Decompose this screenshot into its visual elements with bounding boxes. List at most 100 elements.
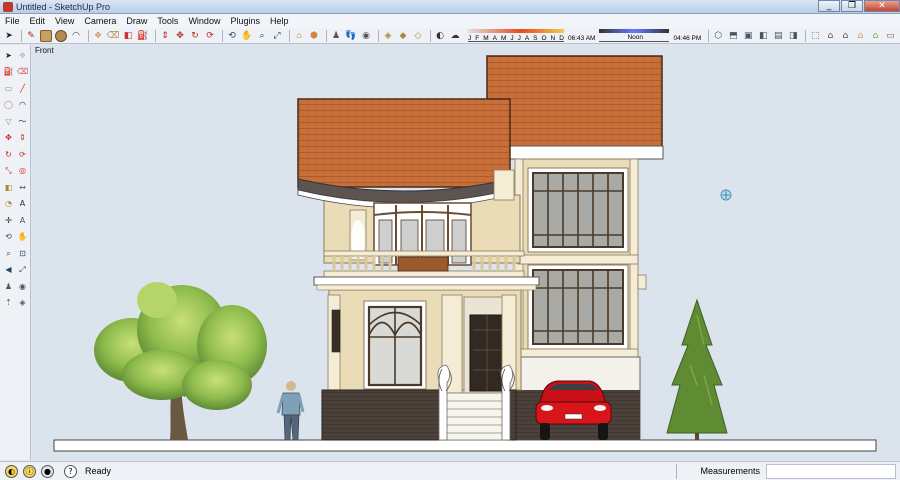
menu-edit[interactable]: Edit — [25, 16, 51, 26]
month-label: N — [550, 35, 556, 42]
section-plane-icon[interactable]: ◈ — [17, 297, 28, 308]
circle-tool-icon[interactable] — [55, 29, 67, 42]
zoom-extents-icon[interactable]: ⤢ — [17, 264, 28, 275]
shadow-month-slider[interactable]: J F M A M J J A S O N D — [468, 29, 564, 42]
credits-icon[interactable]: ⓘ — [23, 464, 36, 478]
minimize-button[interactable]: _ — [818, 0, 840, 12]
month-label: A — [492, 35, 497, 42]
tape-measure-icon[interactable]: ◧ — [122, 30, 134, 42]
rectangle-tool-icon[interactable]: ▭ — [3, 83, 14, 94]
fog-toggle-icon[interactable]: ☁ — [449, 30, 461, 42]
pan-tool-icon[interactable]: ✋ — [241, 30, 253, 42]
right-view-icon[interactable]: ◧ — [757, 30, 769, 42]
paint-bucket-icon[interactable]: ⛽ — [3, 66, 14, 77]
iso-view-icon[interactable]: ⬡ — [712, 30, 724, 42]
user-icon[interactable]: ● — [41, 464, 54, 478]
textured-style-icon[interactable]: ⌂ — [869, 30, 881, 42]
help-icon[interactable]: ? — [64, 464, 77, 478]
pencil-tool-icon[interactable]: ✎ — [25, 30, 37, 42]
menu-window[interactable]: Window — [183, 16, 225, 26]
toolbar-separator — [289, 29, 290, 42]
menu-camera[interactable]: Camera — [79, 16, 121, 26]
menu-view[interactable]: View — [50, 16, 79, 26]
push-pull-icon[interactable]: ⇕ — [17, 132, 28, 143]
get-models-icon[interactable]: ⬢ — [308, 30, 320, 42]
menu-file[interactable]: File — [0, 16, 25, 26]
drawing-viewport[interactable]: Front — [32, 45, 900, 460]
walk-tool-icon[interactable]: ⇡ — [3, 297, 14, 308]
polygon-tool-icon[interactable]: ▽ — [3, 116, 14, 127]
look-around-icon[interactable]: ◉ — [17, 281, 28, 292]
orbit-tool-icon[interactable]: ⟲ — [226, 30, 238, 42]
zoom-window-icon[interactable]: ⊡ — [17, 248, 28, 259]
paint-bucket-icon[interactable]: ⛽ — [137, 30, 149, 42]
back-view-icon[interactable]: ▤ — [772, 30, 784, 42]
3d-text-icon[interactable]: A — [17, 215, 28, 226]
freehand-tool-icon[interactable]: 〜 — [17, 116, 28, 127]
menu-draw[interactable]: Draw — [121, 16, 152, 26]
section-cuts-icon[interactable]: ◇ — [412, 30, 424, 42]
previous-view-icon[interactable]: ◀ — [3, 264, 14, 275]
look-around-icon[interactable]: ◉ — [360, 30, 372, 42]
position-camera-icon[interactable]: ♟ — [3, 281, 14, 292]
eraser-tool-icon[interactable]: ⌫ — [107, 30, 120, 42]
scale-figure-person — [276, 381, 305, 441]
axes-tool-icon[interactable]: ✛ — [3, 215, 14, 226]
line-tool-icon[interactable]: ╱ — [17, 83, 28, 94]
tape-measure-icon[interactable]: ◧ — [3, 182, 14, 193]
shadow-toggle-icon[interactable]: ◐ — [434, 30, 446, 42]
right-tower — [514, 158, 647, 360]
pan-tool-icon[interactable]: ✋ — [17, 231, 28, 242]
offset-tool-icon[interactable]: ◎ — [17, 165, 28, 176]
select-tool-icon[interactable]: ➤ — [3, 50, 14, 61]
toolbar-separator — [430, 29, 431, 42]
month-scale[interactable]: J F M A M J J A S O N D — [468, 29, 564, 42]
eraser-tool-icon[interactable]: ⌫ — [17, 66, 28, 77]
xray-style-icon[interactable]: ⬚ — [809, 30, 821, 42]
move-tool-icon[interactable]: ✥ — [174, 30, 186, 42]
top-view-icon[interactable]: ⬒ — [727, 30, 739, 42]
dimension-tool-icon[interactable]: ↔ — [17, 182, 28, 193]
rotate-tool-icon[interactable]: ↻ — [3, 149, 14, 160]
push-pull-icon[interactable]: ⇕ — [159, 30, 171, 42]
rotate-tool-icon[interactable]: ↻ — [189, 30, 201, 42]
window-title: Untitled - SketchUp Pro — [16, 1, 111, 12]
offset-tool-icon[interactable]: ⟳ — [204, 30, 216, 42]
close-button[interactable]: ✕ — [864, 0, 900, 12]
geo-location-icon[interactable]: ◐ — [5, 464, 18, 478]
menu-help[interactable]: Help — [265, 16, 294, 26]
arc-tool-icon[interactable]: ◠ — [70, 30, 82, 42]
display-section-icon[interactable]: ◆ — [397, 30, 409, 42]
zoom-extents-icon[interactable]: ⤢ — [271, 30, 283, 42]
toolbar-separator — [326, 29, 327, 42]
circle-tool-icon[interactable]: ◯ — [3, 99, 14, 110]
select-tool-icon[interactable]: ➤ — [3, 30, 15, 42]
make-component-icon[interactable]: ❖ — [17, 50, 28, 61]
position-camera-icon[interactable]: ♟ — [330, 30, 342, 42]
menu-tools[interactable]: Tools — [152, 16, 183, 26]
protractor-icon[interactable]: ◔ — [3, 198, 14, 209]
text-tool-icon[interactable]: A — [17, 198, 28, 209]
move-tool-icon[interactable]: ✥ — [3, 132, 14, 143]
make-component-icon[interactable]: ❖ — [92, 30, 104, 42]
follow-me-icon[interactable]: ⟳ — [17, 149, 28, 160]
scale-tool-icon[interactable]: ⤡ — [3, 165, 14, 176]
wireframe-style-icon[interactable]: ⌂ — [824, 30, 836, 42]
front-view-icon[interactable]: ▣ — [742, 30, 754, 42]
arc-tool-icon[interactable]: ◠ — [17, 99, 28, 110]
shaded-style-icon[interactable]: ⌂ — [854, 30, 866, 42]
left-view-icon[interactable]: ◨ — [787, 30, 799, 42]
zoom-tool-icon[interactable]: ⌕ — [3, 248, 14, 259]
section-plane-icon[interactable]: ◈ — [382, 30, 394, 42]
menu-plugins[interactable]: Plugins — [225, 16, 265, 26]
orbit-tool-icon[interactable]: ⟲ — [3, 231, 14, 242]
add-location-icon[interactable]: ⌂ — [293, 30, 305, 42]
measurements-input[interactable] — [766, 464, 896, 479]
maximize-button[interactable]: ❐ — [841, 0, 863, 12]
walk-tool-icon[interactable]: 👣 — [345, 30, 357, 42]
rectangle-tool-icon[interactable] — [40, 29, 52, 42]
monochrome-style-icon[interactable]: ▭ — [884, 30, 896, 42]
hidden-line-style-icon[interactable]: ⌂ — [839, 30, 851, 42]
zoom-tool-icon[interactable]: ⌕ — [256, 30, 268, 42]
shadow-time-slider[interactable]: Noon — [599, 29, 670, 42]
